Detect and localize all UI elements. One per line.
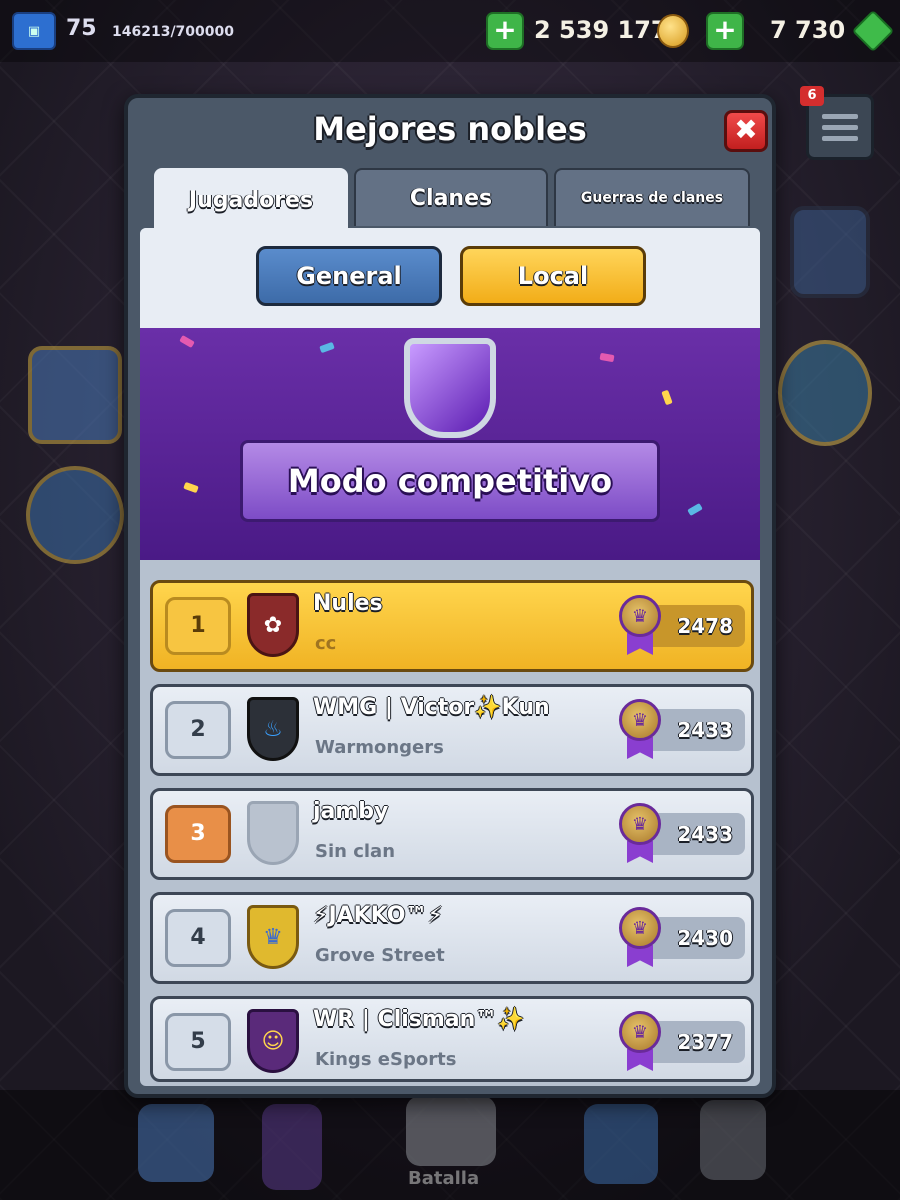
ranking-row[interactable]: 4 ♛ ⚡JAKKO™⚡ Grove Street 2430 ♛ — [150, 892, 754, 984]
menu-notification-badge: 6 — [800, 86, 824, 106]
resource-bar: ▣ 75 146213/700000 + 2 539 177 + 7 730 — [0, 0, 900, 62]
shop-icon[interactable] — [138, 1104, 214, 1182]
crown-medal-icon: ♛ — [619, 907, 661, 949]
tab-clanes[interactable]: Clanes — [354, 168, 548, 226]
banner-ribbon: Modo competitivo — [240, 440, 660, 522]
region-filter: General Local — [140, 228, 760, 328]
confetti-decoration — [319, 341, 335, 354]
clan-boat-icon[interactable] — [26, 466, 124, 564]
gems-amount: 7 730 — [770, 16, 846, 44]
rank-number: 5 — [165, 1013, 231, 1071]
confetti-decoration — [687, 502, 703, 517]
crown-medal-icon: ♛ — [619, 699, 661, 741]
ranking-row[interactable]: 5 ☺ WR | Clisman™✨ Kings eSports 2377 ♛ — [150, 996, 754, 1082]
rank-number: 1 — [165, 597, 231, 655]
crown-medal-icon: ♛ — [619, 803, 661, 845]
add-gold-button[interactable]: + — [486, 12, 524, 50]
cards-icon[interactable] — [262, 1104, 322, 1190]
banner-title: Modo competitivo — [287, 462, 613, 500]
add-gems-button[interactable]: + — [706, 12, 744, 50]
player-name: WMG | Victor✨Kun — [313, 695, 550, 720]
crown-medal-icon: ♛ — [619, 595, 661, 637]
experience-level-icon[interactable]: ▣ — [12, 12, 56, 50]
leaderboard-crown-icon[interactable] — [790, 206, 870, 298]
gold-coin-icon — [657, 14, 689, 48]
ranking-row[interactable]: 2 ♨ WMG | Victor✨Kun Warmongers 2433 ♛ — [150, 684, 754, 776]
experience-progress: 146213/700000 — [112, 24, 235, 40]
player-clan: Warmongers — [315, 737, 444, 758]
player-name: jamby — [313, 799, 389, 824]
blue-flame-shield-icon: ♨ — [247, 697, 299, 761]
gold-crown-banner-icon: ♛ — [247, 905, 299, 969]
close-button[interactable]: ✖ — [724, 110, 768, 152]
competitive-shield-icon — [404, 338, 496, 438]
local-filter-button[interactable]: Local — [460, 246, 646, 306]
events-icon[interactable] — [700, 1100, 766, 1180]
crown-medal-icon: ♛ — [619, 1011, 661, 1053]
player-clan: Grove Street — [315, 945, 445, 966]
leaderboard-tabs: Jugadores Clanes Guerras de clanes — [154, 168, 752, 232]
leaderboard-modal: Mejores nobles ✖ Jugadores Clanes Guerra… — [124, 94, 776, 1098]
battle-tab-label[interactable]: Batalla — [408, 1168, 479, 1189]
confetti-decoration — [183, 481, 199, 494]
leaderboard-content: General Local Modo competitivo 1 ✿ Nules… — [140, 228, 760, 1086]
battle-swords-icon[interactable] — [406, 1096, 496, 1166]
empty-shield-icon — [247, 801, 299, 865]
player-clan: cc — [315, 633, 337, 654]
player-clan: Kings eSports — [315, 1049, 457, 1070]
king-emote-badge-icon: ☺ — [247, 1009, 299, 1073]
confetti-decoration — [179, 334, 195, 349]
confetti-decoration — [599, 352, 615, 363]
rank-number: 2 — [165, 701, 231, 759]
clan-social-icon[interactable] — [584, 1104, 658, 1184]
player-name: Nules — [313, 591, 383, 616]
sakura-shield-icon: ✿ — [247, 593, 299, 657]
ranking-row[interactable]: 1 ✿ Nules cc 2478 ♛ — [150, 580, 754, 672]
player-clan: Sin clan — [315, 841, 396, 862]
gold-amount: 2 539 177 — [534, 16, 668, 44]
gem-icon — [851, 9, 895, 53]
chest-icon[interactable] — [28, 346, 122, 444]
rank-number: 4 — [165, 909, 231, 967]
ranking-row[interactable]: 3 jamby Sin clan 2433 ♛ — [150, 788, 754, 880]
player-level: 75 — [66, 16, 97, 41]
modal-title: Mejores nobles — [313, 110, 587, 148]
player-name: ⚡JAKKO™⚡ — [313, 903, 443, 928]
tab-guerras-de-clanes[interactable]: Guerras de clanes — [554, 168, 750, 226]
player-name: WR | Clisman™✨ — [313, 1007, 525, 1032]
competitive-mode-banner: Modo competitivo — [140, 328, 760, 560]
confetti-decoration — [661, 389, 673, 406]
general-filter-button[interactable]: General — [256, 246, 442, 306]
rank-number: 3 — [165, 805, 231, 863]
tab-jugadores[interactable]: Jugadores — [154, 168, 348, 232]
pass-royale-icon[interactable] — [778, 340, 872, 446]
